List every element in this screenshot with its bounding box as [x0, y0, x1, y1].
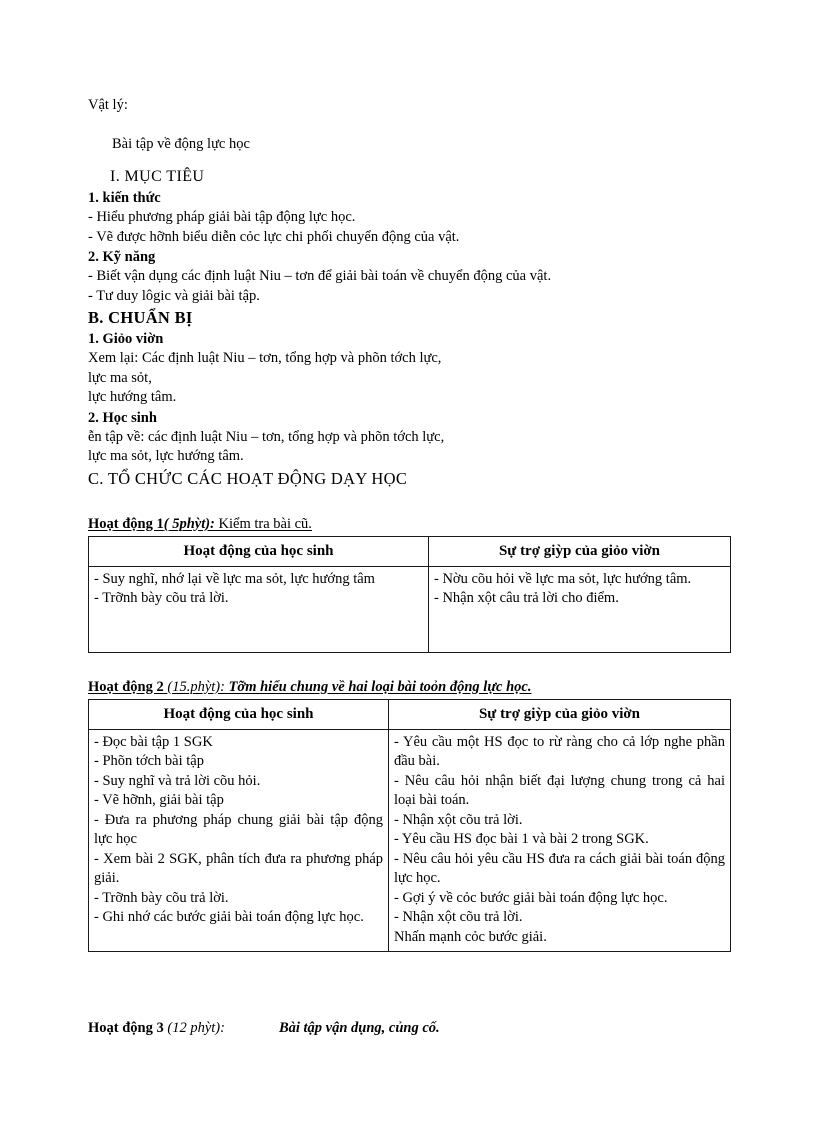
activity-1-caption: Hoạt động 1( 5phỳt): Kiểm tra bài cũ.	[88, 514, 736, 534]
cell-item: - Đưa ra phương pháp chung giải bài tập …	[94, 811, 383, 848]
heading-giao-vien: 1. Giỏo viờn	[88, 331, 164, 347]
cell-item: - Nêu câu hỏi nhận biết đại lượng chung …	[394, 772, 725, 809]
table-header-student: Hoạt động của học sinh	[88, 535, 429, 567]
cell-item: - Nhận xột cõu trả lời.	[394, 909, 523, 925]
heading-ky-nang: 2. Kỹ năng	[88, 249, 156, 265]
document-page: Vật lý: Bài tập về động lực học I. MỤC T…	[0, 0, 816, 1123]
table-header-student: Hoạt động của học sinh	[88, 698, 389, 730]
giao-vien-line: Xem lại: Các định luật Niu – tơn, tổng h…	[88, 350, 442, 366]
table-header-teacher: Sự trợ giỳp của giỏo viờn	[388, 698, 731, 730]
kien-thuc-item: - Hiểu phương pháp giải bài tập động lực…	[88, 209, 356, 225]
heading-kien-thuc: 1. kiến thức	[88, 190, 161, 206]
lesson-title: Bài tập về động lực học	[112, 136, 250, 152]
cell-item: - Nêu câu hỏi yêu cầu HS đưa ra cách giả…	[394, 850, 725, 887]
cell-item: - Suy nghĩ, nhớ lại về lực ma sỏt, lực h…	[94, 570, 375, 587]
table-row: - Đọc bài tập 1 SGK - Phõn tớch bài tập …	[88, 728, 731, 952]
table-header-row: Hoạt động của học sinh Sự trợ giỳp của g…	[88, 535, 731, 567]
cell-item: - Ghi nhớ các bước giải bài toán động lự…	[94, 909, 364, 925]
table-row: - Suy nghĩ, nhớ lại về lực ma sỏt, lực h…	[88, 565, 731, 653]
table-header-teacher: Sự trợ giỳp của giỏo viờn	[428, 535, 731, 567]
section-heading-chuan-bi: B. CHUẨN BỊ	[88, 308, 193, 327]
table-cell-teacher: - Nờu cõu hỏi về lực ma sỏt, lực hướng t…	[428, 565, 731, 653]
table-cell-teacher: - Yêu cầu một HS đọc to rừ ràng cho cả l…	[388, 728, 731, 952]
hoc-sinh-line: lực ma sỏt, lực hướng tâm.	[88, 448, 244, 464]
giao-vien-line: lực ma sỏt,	[88, 369, 152, 386]
giao-vien-line: lực hướng tâm.	[88, 389, 177, 405]
cell-item: - Trỡnh bày cõu trả lời.	[94, 889, 229, 906]
activity-2-table: Hoạt động của học sinh Sự trợ giỳp của g…	[88, 698, 731, 953]
cell-item: - Phõn tớch bài tập	[94, 753, 204, 769]
hoc-sinh-line: ễn tập về: các định luật Niu – tơn, tổng…	[88, 428, 445, 445]
cell-item: - Vẽ hỡnh, giải bài tập	[94, 792, 224, 808]
activity-1-table: Hoạt động của học sinh Sự trợ giỳp của g…	[88, 535, 731, 653]
ky-nang-item: - Biết vận dụng các định luật Niu – tơn …	[88, 268, 552, 284]
activity-2-description: Tỡm hiểu chung về hai loại bài toỏn động…	[228, 678, 532, 695]
ky-nang-item: - Tư duy lôgic và giải bài tập.	[88, 287, 260, 304]
activity-2-caption: Hoạt động 2 (15.phỳt): Tỡm hiểu chung về…	[88, 677, 736, 697]
activity-1-minutes: ( 5phỳt):	[163, 515, 215, 532]
document-body: Vật lý: Bài tập về động lực học I. MỤC T…	[88, 96, 736, 1038]
activity-3-label: Hoạt động 3	[88, 1020, 164, 1036]
cell-item: - Yêu cầu một HS đọc to rừ ràng cho cả l…	[394, 733, 725, 770]
activity-2-label: Hoạt động 2	[88, 678, 164, 695]
activity-2-minutes: (15.phỳt):	[167, 678, 225, 695]
cell-item: - Nhận xột câu trả lời cho điểm.	[434, 590, 619, 606]
cell-item: - Trỡnh bày cõu trả lời.	[94, 590, 229, 606]
cell-item: - Xem bài 2 SGK, phân tích đưa ra phương…	[94, 850, 383, 887]
activity-3-description: Bài tập vận dụng, củng cố.	[278, 1020, 440, 1036]
cell-item: - Nờu cõu hỏi về lực ma sỏt, lực hướng t…	[434, 570, 692, 587]
subject-line: Vật lý:	[88, 97, 128, 113]
section-heading-muc-tieu: I. MỤC TIÊU	[110, 168, 205, 185]
activity-3-caption: Hoạt động 3 (12 phỳt): Bài tập vận dụng, …	[88, 1018, 736, 1038]
cell-item: - Suy nghĩ và trả lời cõu hỏi.	[94, 772, 261, 789]
cell-item: - Yêu cầu HS đọc bài 1 và bài 2 trong SG…	[394, 831, 649, 847]
kien-thuc-item: - Vẽ được hỡnh biểu diễn cỏc lực chi phố…	[88, 228, 460, 245]
section-heading-to-chuc: C. TỔ CHỨC CÁC HOẠT ĐỘNG DẠY HỌC	[88, 468, 408, 488]
table-cell-student: - Suy nghĩ, nhớ lại về lực ma sỏt, lực h…	[88, 565, 429, 653]
heading-hoc-sinh: 2. Học sinh	[88, 409, 157, 426]
activity-3-minutes: (12 phỳt):	[167, 1020, 225, 1036]
activity-1-description: Kiểm tra bài cũ.	[218, 515, 312, 532]
activity-1-label: Hoạt động 1	[88, 515, 164, 532]
cell-item: Nhấn mạnh cỏc bước giải.	[394, 928, 547, 945]
table-header-row: Hoạt động của học sinh Sự trợ giỳp của g…	[88, 698, 731, 730]
cell-item: - Đọc bài tập 1 SGK	[94, 733, 213, 750]
table-cell-student: - Đọc bài tập 1 SGK - Phõn tớch bài tập …	[88, 728, 389, 952]
cell-item: - Nhận xột cõu trả lời.	[394, 811, 523, 828]
cell-item: - Gợi ý về cỏc bước giải bài toán động l…	[394, 889, 668, 906]
